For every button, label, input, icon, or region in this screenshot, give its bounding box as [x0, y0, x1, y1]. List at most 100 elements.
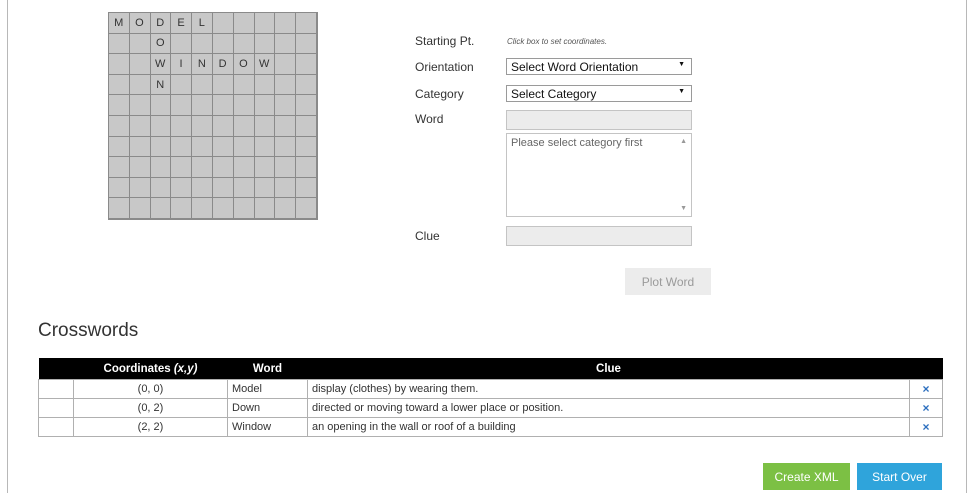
grid-cell[interactable]: [275, 33, 297, 55]
grid-cell[interactable]: [192, 198, 213, 219]
grid-cell[interactable]: [233, 74, 255, 96]
grid-cell[interactable]: [109, 198, 130, 219]
grid-cell[interactable]: [254, 177, 276, 199]
grid-cell[interactable]: [254, 157, 276, 178]
grid-cell[interactable]: [150, 115, 172, 137]
grid-cell[interactable]: [296, 157, 317, 178]
grid-cell[interactable]: [296, 198, 317, 219]
grid-cell[interactable]: L: [192, 13, 213, 34]
grid-cell[interactable]: [129, 115, 151, 137]
grid-cell[interactable]: [192, 157, 213, 178]
grid-cell[interactable]: [129, 33, 151, 55]
grid-cell[interactable]: [129, 95, 151, 116]
grid-cell[interactable]: [129, 136, 151, 158]
grid-cell[interactable]: [192, 177, 213, 199]
plot-word-button[interactable]: Plot Word: [625, 268, 711, 295]
clue-input[interactable]: [506, 226, 692, 246]
grid-cell[interactable]: [171, 95, 193, 116]
grid-cell[interactable]: O: [129, 13, 151, 34]
grid-cell[interactable]: [275, 157, 297, 178]
grid-cell[interactable]: [109, 157, 130, 178]
delete-icon[interactable]: ×: [922, 382, 929, 396]
grid-cell[interactable]: [109, 177, 130, 199]
grid-cell[interactable]: [296, 177, 317, 199]
grid-cell[interactable]: [192, 95, 213, 116]
grid-cell[interactable]: [109, 136, 130, 158]
grid-cell[interactable]: [212, 177, 234, 199]
grid-cell[interactable]: [109, 54, 130, 75]
grid-cell[interactable]: [192, 136, 213, 158]
word-suggestions-textarea[interactable]: Please select category first ▲ ▼: [506, 133, 692, 217]
grid-cell[interactable]: [150, 157, 172, 178]
category-select[interactable]: Select Category ▼: [506, 85, 692, 102]
grid-cell[interactable]: [275, 115, 297, 137]
grid-cell[interactable]: [212, 33, 234, 55]
grid-cell[interactable]: [275, 198, 297, 219]
grid-cell[interactable]: [192, 74, 213, 96]
grid-cell[interactable]: [296, 115, 317, 137]
grid-cell[interactable]: [171, 157, 193, 178]
grid-cell[interactable]: [254, 198, 276, 219]
grid-cell[interactable]: [171, 198, 193, 219]
grid-cell[interactable]: [109, 95, 130, 116]
grid-cell[interactable]: M: [109, 13, 130, 34]
grid-cell[interactable]: [212, 13, 234, 34]
grid-cell[interactable]: [233, 95, 255, 116]
grid-cell[interactable]: [296, 33, 317, 55]
grid-cell[interactable]: [254, 115, 276, 137]
grid-cell[interactable]: [212, 95, 234, 116]
grid-cell[interactable]: [171, 136, 193, 158]
orientation-select[interactable]: Select Word Orientation ▼: [506, 58, 692, 75]
grid-cell[interactable]: N: [192, 54, 213, 75]
grid-cell[interactable]: [171, 115, 193, 137]
grid-cell[interactable]: [212, 198, 234, 219]
delete-icon[interactable]: ×: [922, 401, 929, 415]
grid-cell[interactable]: [212, 157, 234, 178]
grid-cell[interactable]: [233, 198, 255, 219]
grid-cell[interactable]: [275, 74, 297, 96]
grid-cell[interactable]: [109, 33, 130, 55]
grid-cell[interactable]: N: [150, 74, 172, 96]
grid-cell[interactable]: [171, 33, 193, 55]
grid-cell[interactable]: [233, 13, 255, 34]
delete-icon[interactable]: ×: [922, 420, 929, 434]
grid-cell[interactable]: [212, 115, 234, 137]
grid-cell[interactable]: [275, 136, 297, 158]
grid-cell[interactable]: [129, 54, 151, 75]
grid-cell[interactable]: [129, 177, 151, 199]
grid-cell[interactable]: [129, 74, 151, 96]
grid-cell[interactable]: [192, 33, 213, 55]
grid-cell[interactable]: [233, 157, 255, 178]
grid-cell[interactable]: [150, 136, 172, 158]
grid-cell[interactable]: [171, 74, 193, 96]
scroll-up-icon[interactable]: ▲: [680, 138, 687, 145]
grid-cell[interactable]: O: [150, 33, 172, 55]
grid-cell[interactable]: [296, 136, 317, 158]
grid-cell[interactable]: [296, 54, 317, 75]
create-xml-button[interactable]: Create XML: [763, 463, 850, 490]
grid-cell[interactable]: [275, 54, 297, 75]
grid-cell[interactable]: W: [254, 54, 276, 75]
grid-cell[interactable]: [171, 177, 193, 199]
grid-cell[interactable]: [233, 115, 255, 137]
grid-cell[interactable]: [212, 136, 234, 158]
start-over-button[interactable]: Start Over: [857, 463, 942, 490]
grid-cell[interactable]: W: [150, 54, 172, 75]
grid-cell[interactable]: [233, 177, 255, 199]
grid-cell[interactable]: [296, 95, 317, 116]
grid-cell[interactable]: [275, 177, 297, 199]
grid-cell[interactable]: [192, 115, 213, 137]
grid-cell[interactable]: O: [233, 54, 255, 75]
grid-cell[interactable]: [233, 33, 255, 55]
grid-cell[interactable]: [254, 136, 276, 158]
grid-cell[interactable]: [254, 33, 276, 55]
grid-cell[interactable]: [254, 95, 276, 116]
grid-cell[interactable]: [150, 198, 172, 219]
grid-cell[interactable]: [150, 177, 172, 199]
grid-cell[interactable]: D: [150, 13, 172, 34]
grid-cell[interactable]: [296, 74, 317, 96]
grid-cell[interactable]: [212, 74, 234, 96]
grid-cell[interactable]: [233, 136, 255, 158]
grid-cell[interactable]: [275, 13, 297, 34]
grid-cell[interactable]: [275, 95, 297, 116]
